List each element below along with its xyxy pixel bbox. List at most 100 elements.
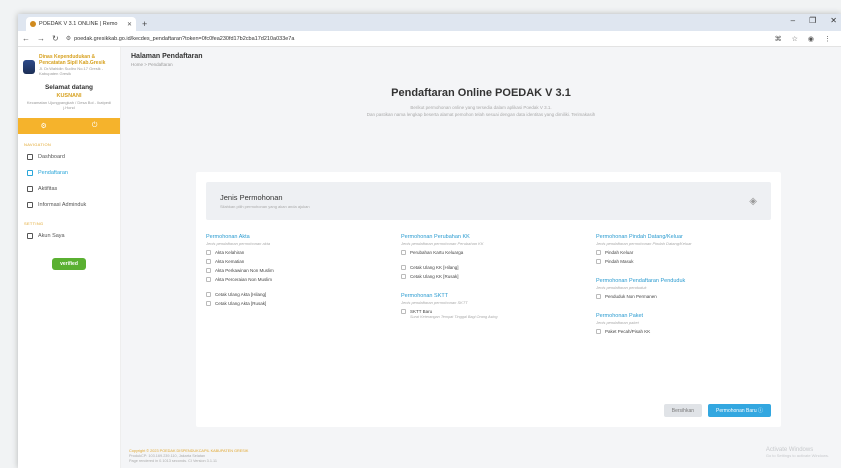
url-field[interactable]: ⚙ poedak.gresikkab.go.id/kecdes_pendafta…: [66, 35, 768, 43]
checkbox[interactable]: [596, 329, 601, 334]
forward-icon[interactable]: →: [37, 34, 45, 43]
sidebar-item-label: Pendaftaran: [38, 170, 68, 176]
card-subtitle: Silahkan pilih permohonan yang akan anda…: [220, 204, 310, 209]
group-subtitle: Jenis pendaftaran permohonan SKTT: [401, 300, 468, 305]
checkbox[interactable]: [206, 268, 211, 273]
welcome-text: Selamat datang: [44, 84, 94, 91]
gresik-logo-icon: [23, 60, 35, 74]
reset-button[interactable]: Bersihkan: [663, 404, 703, 417]
group-subtitle: Jenis pendaftaran permohonan Pindah Data…: [596, 241, 692, 246]
footer: Copyright © 2023 POEDAK DISPENDUKCAPIL K…: [129, 449, 248, 464]
logout-icon[interactable]: ⏻: [92, 122, 98, 130]
info-icon: [27, 202, 33, 208]
sidebar-item-aktifitas[interactable]: Aktifitas: [18, 181, 120, 197]
site-info-icon[interactable]: ⚙: [66, 35, 71, 42]
group-title: Permohonan SKTT: [401, 293, 449, 299]
registration-icon: [27, 170, 33, 176]
back-icon[interactable]: ←: [22, 34, 30, 43]
tab-title: POEDAK V 3.1 ONLINE | Remo: [39, 21, 118, 27]
window-controls: – ❐ ✕: [791, 16, 837, 25]
checkbox[interactable]: [206, 259, 211, 264]
hero: Pendaftaran Online POEDAK V 3.1 Berikut …: [121, 87, 841, 117]
favicon-icon: [30, 21, 36, 27]
option-cetak-kk-hilang[interactable]: Cetak Ulang KK [Hilang]: [401, 265, 576, 270]
checkbox[interactable]: [401, 309, 406, 314]
dashboard-icon: [27, 154, 33, 160]
sidebar-item-label: Dashboard: [38, 154, 65, 160]
url-text: poedak.gresikkab.go.id/kecdes_pendaftara…: [74, 35, 295, 42]
nav-section-label: NAVIGATION: [24, 142, 52, 147]
option-akta-kematian[interactable]: Akta Kematian: [206, 259, 381, 264]
checkbox[interactable]: [206, 277, 211, 282]
tab-strip: POEDAK V 3.1 ONLINE | Remo ✕ + – ❐ ✕: [18, 14, 841, 31]
sidebar-item-label: Aktifitas: [38, 186, 58, 192]
group-title: Permohonan Pindah Datang/Keluar: [596, 234, 683, 240]
checkbox[interactable]: [206, 301, 211, 306]
checkbox[interactable]: [596, 250, 601, 255]
settings-section-label: SETTING: [24, 221, 44, 226]
sidebar-item-informasi[interactable]: Informasi Adminduk: [18, 197, 120, 213]
settings-icon[interactable]: ⚙: [41, 122, 47, 130]
new-request-button[interactable]: Permohonan Baru ⓘ: [708, 404, 771, 417]
browser-tab[interactable]: POEDAK V 3.1 ONLINE | Remo ✕: [26, 17, 136, 31]
group-title: Permohonan Paket: [596, 313, 644, 319]
translate-icon[interactable]: ⌘: [775, 35, 782, 43]
checkbox[interactable]: [401, 274, 406, 279]
option-cetak-akta-hilang[interactable]: Cetak Ulang Akta [Hilang]: [206, 292, 381, 297]
brand-title: Dinas Kependudukan & Pencatatan Sipil Ka…: [39, 54, 106, 66]
brand: Dinas Kependudukan & Pencatatan Sipil Ka…: [18, 47, 120, 80]
checkbox[interactable]: [206, 250, 211, 255]
hero-title: Pendaftaran Online POEDAK V 3.1: [391, 87, 571, 99]
option-akta-perkawinan[interactable]: Akta Perkawinan Non Muslim: [206, 268, 381, 273]
user-location: Kecamatan Ujungpangkah / Desa Bol - Ikat…: [26, 100, 112, 110]
group-title: Permohonan Pendaftaran Penduduk: [596, 278, 686, 284]
option-sktt-baru[interactable]: SKTT Baru: [401, 309, 576, 314]
option-description: Surat Keterangan Tempat Tinggal Bagi Ora…: [410, 315, 498, 319]
address-bar: ← → ↻ ⚙ poedak.gresikkab.go.id/kecdes_pe…: [18, 31, 841, 47]
reload-icon[interactable]: ↻: [52, 34, 59, 43]
checkbox[interactable]: [401, 250, 406, 255]
windows-watermark: Activate Windows Go to Settings to activ…: [765, 447, 829, 458]
sidebar-item-akun[interactable]: Akun Saya: [18, 228, 120, 244]
column-akta: Permohonan Akta Jenis pendaftaran permoh…: [206, 234, 381, 334]
layers-icon: ◈: [749, 195, 757, 207]
verified-badge: verified: [52, 258, 86, 270]
checkbox[interactable]: [596, 294, 601, 299]
column-kk: Permohonan Perubahan KK Jenis pendaftara…: [401, 234, 576, 334]
profile-icon[interactable]: ◉: [808, 35, 814, 43]
option-akta-kelahiran[interactable]: Akta Kelahiran: [206, 250, 381, 255]
close-tab-icon[interactable]: ✕: [127, 21, 132, 28]
activity-icon: [27, 186, 33, 192]
group-subtitle: Jenis pendaftaran penduduk: [596, 285, 647, 290]
checkbox[interactable]: [206, 292, 211, 297]
main-content: Halaman Pendaftaran Home > Pendaftaran P…: [121, 47, 841, 468]
footer-render-time: Page rendered in 0.1013 seconds. CI Vers…: [129, 459, 217, 463]
column-pindah: Permohonan Pindah Datang/Keluar Jenis pe…: [596, 234, 771, 334]
brand-address: Jl. Dr.Wahidin Sudiro No.17 Gresik - Kab…: [39, 66, 104, 76]
sidebar-item-label: Akun Saya: [38, 233, 65, 239]
maximize-icon[interactable]: ❐: [809, 16, 816, 25]
close-window-icon[interactable]: ✕: [830, 16, 837, 25]
group-subtitle: Jenis pendaftaran permohonan Perubahan K…: [401, 241, 484, 246]
breadcrumb[interactable]: Home > Pendaftaran: [131, 62, 831, 67]
hero-line-1: Berikut permohonan online yang tersedia …: [410, 105, 552, 110]
sidebar-item-dashboard[interactable]: Dashboard: [18, 149, 120, 165]
checkbox[interactable]: [401, 265, 406, 270]
minimize-icon[interactable]: –: [791, 16, 795, 25]
user-name: KUSNANI: [56, 93, 82, 99]
user-icon: [27, 233, 33, 239]
menu-icon[interactable]: ⋮: [824, 35, 831, 43]
sidebar-item-label: Informasi Adminduk: [38, 202, 87, 208]
welcome-block: Selamat datang KUSNANI Kecamatan Ujungpa…: [18, 80, 120, 114]
checkbox[interactable]: [596, 259, 601, 264]
bookmark-star-icon[interactable]: ☆: [792, 35, 798, 43]
option-pindah-keluar[interactable]: Pindah Keluar: [596, 250, 771, 255]
page-title: Halaman Pendaftaran: [131, 53, 203, 60]
option-cetak-akta-rusak[interactable]: Cetak Ulang Akta [Rusak]: [206, 301, 381, 306]
hero-line-2: Dan pastikan nama lengkap beserta alamat…: [366, 112, 596, 117]
group-title: Permohonan Perubahan KK: [401, 234, 470, 240]
group-subtitle: Jenis pendaftaran permohonan akta: [206, 241, 271, 246]
new-tab-icon[interactable]: +: [142, 19, 147, 29]
sidebar-item-pendaftaran[interactable]: Pendaftaran: [18, 165, 120, 181]
option-paket-pecah-kk[interactable]: Paket Pecah/Pisah KK: [596, 329, 771, 334]
